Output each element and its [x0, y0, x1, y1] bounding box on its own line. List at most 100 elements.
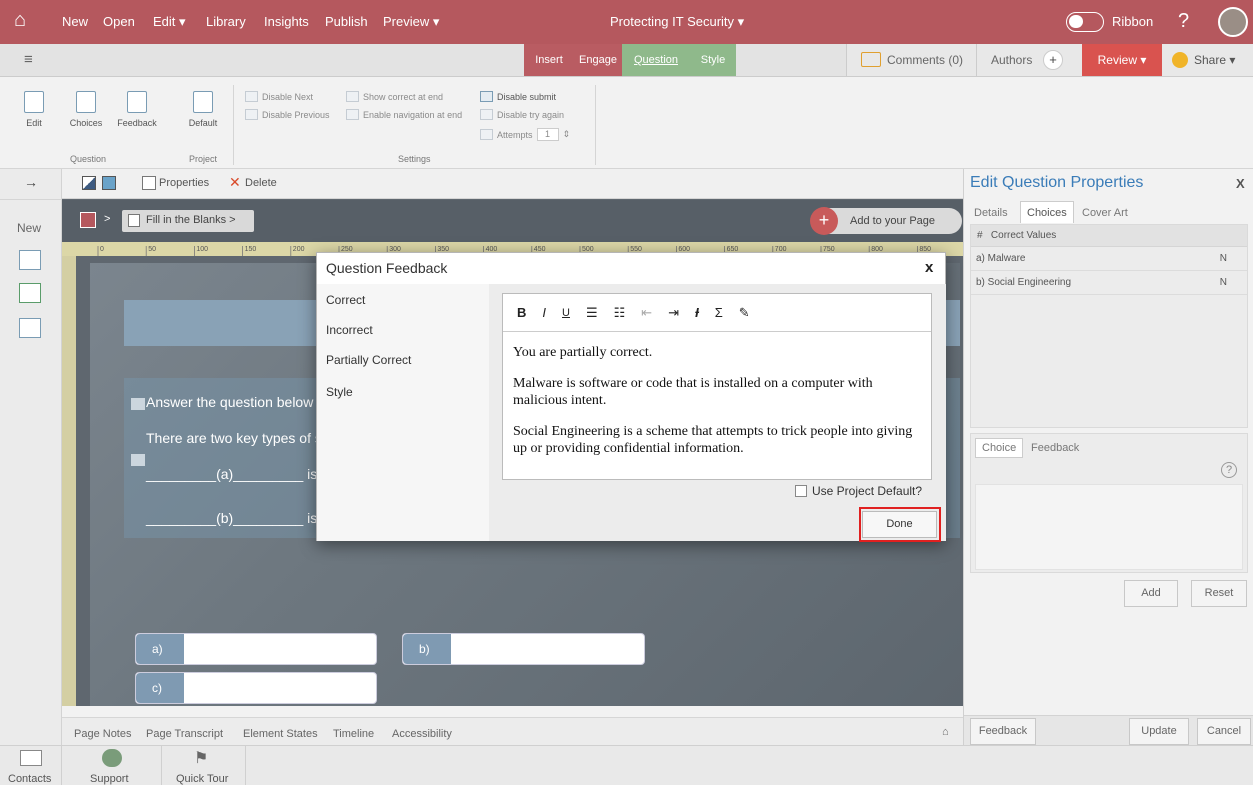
use-default-checkbox[interactable]: [795, 485, 807, 497]
menu-new[interactable]: New: [62, 14, 88, 29]
help-icon[interactable]: ?: [1221, 462, 1237, 478]
comments-button[interactable]: Comments (0): [846, 44, 976, 76]
review-button[interactable]: Review ▾: [1082, 44, 1162, 76]
cancel-button[interactable]: Cancel: [1197, 718, 1251, 745]
answer-b-field[interactable]: b): [402, 633, 645, 665]
answer-a-field[interactable]: a): [135, 633, 377, 665]
add-to-page-button[interactable]: + Add to your Page: [810, 207, 962, 235]
menu-preview[interactable]: Preview ▾: [383, 14, 439, 30]
done-button[interactable]: Done: [862, 511, 937, 538]
close-icon[interactable]: X: [1236, 176, 1245, 191]
highlighter-icon[interactable]: ✎: [739, 305, 750, 321]
breadcrumb[interactable]: Fill in the Blanks >: [122, 210, 254, 232]
outdent-icon[interactable]: ⇤: [641, 305, 652, 321]
share-button[interactable]: Share ▾: [1162, 44, 1253, 76]
edit-button[interactable]: Edit: [22, 91, 46, 128]
stepper-icon[interactable]: ⇕: [563, 129, 571, 140]
default-button[interactable]: Default: [182, 91, 224, 128]
feedback-button[interactable]: Feedback: [114, 91, 160, 128]
menu-edit[interactable]: Edit ▾: [153, 14, 186, 30]
home-icon[interactable]: ⌂: [14, 9, 26, 32]
tab-details[interactable]: Details: [974, 207, 1008, 219]
contacts-button[interactable]: Contacts: [0, 746, 62, 785]
menu-insights[interactable]: Insights: [264, 14, 309, 29]
tab-page-transcript[interactable]: Page Transcript: [146, 728, 223, 740]
delete-icon[interactable]: ✕: [229, 174, 241, 191]
reset-button[interactable]: Reset: [1191, 580, 1247, 607]
disable-submit-option[interactable]: Disable submit: [480, 91, 556, 102]
close-icon[interactable]: x: [925, 259, 933, 276]
page-template-icon[interactable]: [19, 250, 41, 270]
search-page-icon[interactable]: [19, 318, 41, 338]
image-placeholder-icon: [131, 454, 145, 466]
subtab-choice[interactable]: Choice: [975, 438, 1024, 458]
tab-insert[interactable]: Insert: [524, 44, 574, 76]
hamburger-icon[interactable]: ≡: [24, 51, 33, 68]
enable-navigation-option[interactable]: Enable navigation at end: [346, 109, 462, 120]
quick-tour-button[interactable]: ⚑ Quick Tour: [162, 746, 246, 785]
choices-button[interactable]: Choices: [66, 91, 106, 128]
delete-button[interactable]: Delete: [245, 177, 277, 189]
clear-format-icon[interactable]: Ɨ: [695, 305, 699, 320]
bold-button[interactable]: B: [517, 305, 526, 320]
sigma-button[interactable]: Σ: [715, 305, 723, 320]
tab-page-notes[interactable]: Page Notes: [74, 728, 131, 740]
feedback-editor[interactable]: B I U ☰ ☷ ⇤ ⇥ Ɨ Σ ✎ You are partially co…: [502, 293, 932, 480]
blank-a-text[interactable]: _________(a)_________ is: [146, 466, 317, 482]
nav-style[interactable]: Style: [326, 385, 353, 399]
question-template-icon[interactable]: [19, 283, 41, 303]
add-button[interactable]: Add: [1124, 580, 1178, 607]
answer-c-label: c): [136, 673, 184, 703]
attempts-input[interactable]: 1: [536, 128, 559, 141]
collapse-arrow-icon[interactable]: →: [24, 174, 38, 190]
underline-button[interactable]: U: [562, 307, 570, 319]
editor-content[interactable]: You are partially correct. Malware is so…: [503, 332, 931, 457]
tab-timeline[interactable]: Timeline: [333, 728, 374, 740]
slide-instruction[interactable]: Answer the question below: [146, 394, 313, 410]
show-correct-option[interactable]: Show correct at end: [346, 91, 443, 102]
attempts-field[interactable]: Attempts 1 ⇕: [480, 128, 570, 141]
slide-question-text[interactable]: There are two key types of s: [146, 430, 322, 446]
ribbon: Edit Choices Feedback Default Disable Ne…: [0, 77, 963, 169]
authors-button[interactable]: Authors +: [976, 44, 1082, 76]
nav-correct[interactable]: Correct: [326, 293, 365, 307]
help-icon[interactable]: ?: [1178, 10, 1189, 33]
course-title[interactable]: Protecting IT Security ▾: [610, 14, 744, 30]
image-icon[interactable]: [102, 176, 116, 190]
background-icon[interactable]: [82, 176, 96, 190]
add-author-icon[interactable]: +: [1043, 50, 1063, 70]
tab-element-states[interactable]: Element States: [243, 728, 318, 740]
menu-library[interactable]: Library: [206, 14, 246, 29]
indent-icon[interactable]: ⇥: [668, 305, 679, 321]
update-button[interactable]: Update: [1129, 718, 1189, 745]
table-row[interactable]: a) Malware N: [971, 247, 1247, 271]
disable-previous-option[interactable]: Disable Previous: [245, 109, 330, 120]
italic-button[interactable]: I: [542, 305, 546, 320]
tab-cover-art[interactable]: Cover Art: [1082, 207, 1128, 219]
choice-text-area[interactable]: [975, 484, 1243, 570]
menu-publish[interactable]: Publish: [325, 14, 368, 29]
tab-question[interactable]: Question: [622, 44, 690, 76]
disable-next-option[interactable]: Disable Next: [245, 91, 313, 102]
tab-accessibility[interactable]: Accessibility: [392, 728, 452, 740]
numbered-list-icon[interactable]: ☰: [586, 305, 598, 321]
nav-partially-correct[interactable]: Partially Correct: [326, 353, 411, 367]
bullet-list-icon[interactable]: ☷: [614, 305, 626, 321]
blank-b-text[interactable]: _________(b)_________ is: [146, 510, 317, 526]
tab-engage[interactable]: Engage: [574, 44, 622, 76]
support-button[interactable]: Support: [62, 746, 162, 785]
answer-c-field[interactable]: c): [135, 672, 377, 704]
expand-icon[interactable]: ⌂: [942, 726, 949, 738]
tab-style[interactable]: Style: [690, 44, 736, 76]
avatar[interactable]: [1218, 7, 1248, 37]
tab-choices[interactable]: Choices: [1020, 201, 1074, 223]
properties-button[interactable]: Properties: [159, 177, 209, 189]
vertical-ruler: [62, 256, 76, 706]
menu-open[interactable]: Open: [103, 14, 135, 29]
ribbon-toggle[interactable]: [1066, 12, 1104, 32]
feedback-button[interactable]: Feedback: [970, 718, 1036, 745]
nav-incorrect[interactable]: Incorrect: [326, 323, 373, 337]
table-row[interactable]: b) Social Engineering N: [971, 271, 1247, 295]
subtab-feedback[interactable]: Feedback: [1031, 442, 1079, 454]
disable-try-again-option[interactable]: Disable try again: [480, 109, 564, 120]
